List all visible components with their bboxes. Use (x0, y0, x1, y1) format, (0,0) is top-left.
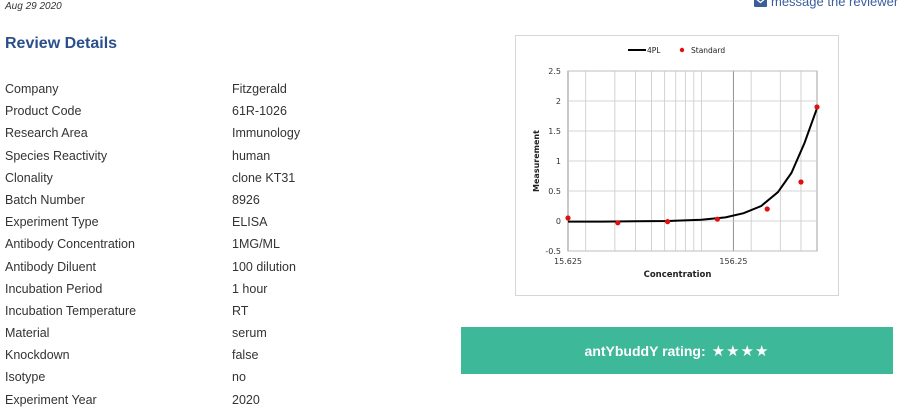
detail-label: Isotype (5, 370, 46, 385)
y-tick-label: 0 (556, 217, 561, 226)
detail-value: Fitzgerald (232, 82, 287, 96)
data-point-standard (615, 220, 621, 226)
detail-label: Material (5, 326, 50, 341)
y-tick-label: 2.5 (548, 67, 561, 76)
detail-label: Antibody Diluent (5, 259, 97, 274)
y-tick-label: 2 (556, 97, 561, 106)
y-tick-label: 1.5 (548, 127, 561, 136)
envelope-icon (754, 0, 767, 7)
review-date: Aug 29 2020 (5, 1, 62, 12)
y-tick-label: -0.5 (545, 247, 561, 256)
detail-label: Incubation Temperature (5, 303, 137, 318)
x-tick-label: 156.25 (719, 257, 747, 266)
legend-marker-standard (679, 47, 685, 53)
detail-value: human (232, 148, 271, 163)
detail-value: 61R-1026 (232, 104, 287, 119)
message-reviewer-link[interactable]: message the reviewer (754, 0, 898, 9)
detail-value: 8926 (232, 192, 260, 207)
rating-stars: ★★★★ (712, 342, 770, 360)
detail-value: ELISA (232, 215, 268, 230)
data-point-standard (665, 219, 671, 225)
y-axis-label: Measurement (532, 130, 541, 192)
detail-label: Antibody Concentration (5, 237, 135, 252)
rating-label: antYbuddY rating: (584, 342, 706, 359)
legend-label-4pl: 4PL (647, 46, 661, 55)
detail-value: 2020 (232, 392, 260, 407)
detail-value: serum (232, 326, 267, 341)
data-point-standard (764, 206, 770, 212)
detail-value: no (232, 370, 246, 385)
detail-label: Incubation Period (5, 281, 103, 296)
y-tick-label: 1 (556, 157, 561, 166)
detail-label: Experiment Year (5, 392, 97, 407)
detail-label: Company (5, 82, 59, 96)
y-tick-label: 0.5 (548, 187, 561, 196)
review-details-heading: Review Details (5, 35, 118, 52)
detail-label: Experiment Type (5, 215, 99, 230)
detail-value: 1MG/ML (232, 237, 280, 252)
detail-value: false (232, 348, 259, 363)
message-reviewer-label: message the reviewer (771, 0, 899, 9)
chart-panel: -0.5 0 0.5 1 1.5 2 2.5 15.625 156.25 Concentratio… (515, 35, 839, 296)
detail-label: Research Area (5, 126, 88, 141)
rating-bar: antYbuddY rating: ★★★★ (461, 327, 893, 374)
detail-label: Batch Number (5, 192, 85, 207)
data-point-standard (814, 104, 820, 110)
data-point-standard (714, 216, 720, 222)
star-icon: ★ (740, 342, 755, 360)
star-icon: ★ (726, 342, 741, 360)
detail-value: 1 hour (232, 281, 268, 296)
detail-value: clone KT31 (232, 170, 296, 185)
elisa-chart: -0.5 0 0.5 1 1.5 2 2.5 15.625 156.25 Concentratio… (532, 46, 820, 280)
x-axis-label: Concentration (644, 270, 712, 280)
detail-label: Knockdown (5, 348, 70, 363)
star-icon: ★ (754, 342, 770, 360)
detail-value: 100 dilution (232, 259, 296, 274)
detail-label: Clonality (5, 170, 53, 185)
data-point-standard (565, 215, 571, 221)
detail-value: RT (232, 303, 249, 318)
star-icon: ★ (711, 342, 727, 360)
detail-label: Product Code (5, 104, 82, 119)
x-tick-label: 15.625 (554, 257, 582, 266)
detail-label: Species Reactivity (5, 148, 108, 163)
detail-value: Immunology (232, 126, 301, 141)
legend-label-standard: Standard (691, 46, 725, 55)
data-point-standard (798, 179, 804, 185)
